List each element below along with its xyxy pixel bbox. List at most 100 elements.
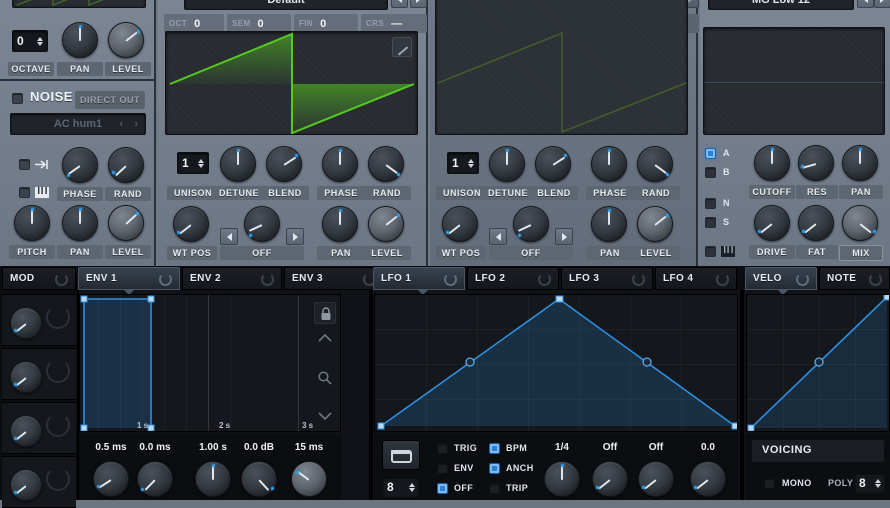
osc-a-wtpos-knob[interactable]: [173, 206, 209, 242]
filter-mix-knob[interactable]: [842, 205, 878, 241]
noise-keytrack-checkbox[interactable]: [19, 187, 30, 198]
noise-pan-knob[interactable]: [62, 205, 98, 241]
osc-a-level-knob[interactable]: [368, 206, 404, 242]
mod-slot[interactable]: [2, 456, 76, 508]
lfo1-anch-checkbox[interactable]: [489, 463, 500, 474]
lfo1-open-folder-button[interactable]: [382, 440, 420, 470]
osc-b-wt-prev-button[interactable]: [489, 228, 507, 245]
osc-b-warp-knob[interactable]: [513, 206, 549, 242]
osc-a-next-wavetable-button[interactable]: [410, 0, 427, 8]
lfo1-off-checkbox[interactable]: [437, 483, 448, 494]
osc-a-wave-display[interactable]: [165, 31, 418, 135]
tab-lfo1[interactable]: LFO 1: [373, 267, 465, 290]
mod-amount-knob[interactable]: [10, 415, 42, 447]
tab-lfo2[interactable]: LFO 2: [467, 267, 559, 290]
env1-sustain-knob[interactable]: [241, 461, 277, 497]
voicing-mono-checkbox[interactable]: [764, 478, 775, 489]
osc-a-blend-knob[interactable]: [266, 146, 302, 182]
osc-a-phase-knob[interactable]: [322, 146, 358, 182]
tab-velo[interactable]: VELO: [745, 267, 817, 290]
mod-slot[interactable]: [2, 294, 76, 346]
mod-amount-knob[interactable]: [10, 361, 42, 393]
osc-a-detune-knob[interactable]: [220, 146, 256, 182]
lfo1-trip-checkbox[interactable]: [489, 483, 500, 494]
lfo1-smooth-knob[interactable]: [690, 461, 726, 497]
sub-osc-wave-display[interactable]: [12, 0, 146, 8]
stepper-arrows-icon[interactable]: [468, 158, 474, 168]
tab-env3[interactable]: ENV 3: [284, 267, 384, 290]
lfo1-env-checkbox[interactable]: [437, 463, 448, 474]
filter-route-b-checkbox[interactable]: [705, 167, 716, 178]
filter-keytrack-checkbox[interactable]: [705, 246, 716, 257]
env1-scroll-down-button[interactable]: [314, 409, 336, 431]
osc-b-detune-knob[interactable]: [489, 146, 525, 182]
lfo1-bpm-checkbox[interactable]: [489, 443, 500, 454]
noise-sample-selector[interactable]: AC hum1 ‹ ›: [10, 113, 146, 135]
osc-a-edit-wavetable-button[interactable]: [392, 37, 412, 57]
lfo1-rise-knob[interactable]: [592, 461, 628, 497]
filter-prev-type-button[interactable]: [857, 0, 874, 8]
mod-destination-ring-icon[interactable]: [46, 413, 70, 437]
sub-pan-knob[interactable]: [62, 22, 98, 58]
filter-route-n-checkbox[interactable]: [705, 198, 716, 209]
osc-b-rand-knob[interactable]: [637, 146, 673, 182]
tab-mod[interactable]: MOD: [2, 267, 76, 290]
filter-fat-knob[interactable]: [798, 205, 834, 241]
env1-attack-knob[interactable]: [137, 461, 173, 497]
env1-scroll-up-button[interactable]: [314, 327, 336, 349]
noise-loop-checkbox[interactable]: [19, 159, 30, 170]
osc-a-wavetable-selector[interactable]: Default: [184, 0, 388, 10]
noise-enable-checkbox[interactable]: [12, 93, 23, 104]
mod-destination-ring-icon[interactable]: [46, 305, 70, 329]
osc-a-warp-knob[interactable]: [244, 206, 280, 242]
tab-lfo4[interactable]: LFO 4: [655, 267, 737, 290]
osc-b-blend-knob[interactable]: [535, 146, 571, 182]
stepper-arrows-icon[interactable]: [409, 482, 415, 492]
stepper-arrows-icon[interactable]: [875, 478, 881, 488]
noise-level-knob[interactable]: [108, 205, 144, 241]
lfo1-grid-stepper[interactable]: 8: [382, 476, 420, 498]
filter-pan-knob[interactable]: [842, 145, 878, 181]
osc-b-wtpos-knob[interactable]: [442, 206, 478, 242]
env1-zoom-button[interactable]: [314, 367, 336, 389]
noise-rand-knob[interactable]: [108, 147, 144, 183]
next-sample-arrow-icon[interactable]: ›: [134, 114, 138, 134]
filter-drive-knob[interactable]: [754, 205, 790, 241]
mod-destination-ring-icon[interactable]: [46, 359, 70, 383]
voicing-poly-stepper[interactable]: 8: [854, 472, 886, 494]
noise-pitch-knob[interactable]: [14, 205, 50, 241]
prev-sample-arrow-icon[interactable]: ‹: [119, 114, 123, 134]
env1-graph[interactable]: 1 s 2 s 3 s: [79, 294, 341, 432]
tab-note[interactable]: NOTE: [819, 267, 890, 290]
env1-release-knob[interactable]: [291, 461, 327, 497]
lfo1-delay-knob[interactable]: [638, 461, 674, 497]
lfo1-rate-knob[interactable]: [544, 461, 580, 497]
env1-hold-knob[interactable]: [195, 461, 231, 497]
mod-slot[interactable]: [2, 348, 76, 400]
filter-type-selector[interactable]: MG Low 12: [708, 0, 854, 10]
osc-a-pan-knob[interactable]: [322, 206, 358, 242]
mod-amount-knob[interactable]: [10, 307, 42, 339]
osc-b-wt-next-button[interactable]: [555, 228, 573, 245]
lfo1-trig-checkbox[interactable]: [437, 443, 448, 454]
velo-graph[interactable]: [746, 294, 890, 432]
tab-env2[interactable]: ENV 2: [182, 267, 282, 290]
sub-octave-stepper[interactable]: 0: [12, 30, 48, 52]
osc-b-level-knob[interactable]: [637, 206, 673, 242]
osc-b-wave-display[interactable]: [435, 0, 688, 135]
osc-a-wt-prev-button[interactable]: [220, 228, 238, 245]
mod-amount-knob[interactable]: [10, 469, 42, 501]
noise-direct-out-button[interactable]: DIRECT OUT: [75, 91, 145, 109]
osc-b-pan-knob[interactable]: [591, 206, 627, 242]
mod-slot[interactable]: [2, 402, 76, 454]
osc-b-phase-knob[interactable]: [591, 146, 627, 182]
tab-lfo3[interactable]: LFO 3: [561, 267, 653, 290]
filter-route-a-checkbox[interactable]: [705, 148, 716, 159]
osc-a-wt-next-button[interactable]: [286, 228, 304, 245]
osc-b-unison-stepper[interactable]: 1: [447, 152, 479, 174]
noise-phase-knob[interactable]: [62, 147, 98, 183]
stepper-arrows-icon[interactable]: [37, 36, 43, 46]
stepper-arrows-icon[interactable]: [198, 158, 204, 168]
lfo1-graph[interactable]: [374, 294, 738, 432]
env1-delay-knob[interactable]: [93, 461, 129, 497]
